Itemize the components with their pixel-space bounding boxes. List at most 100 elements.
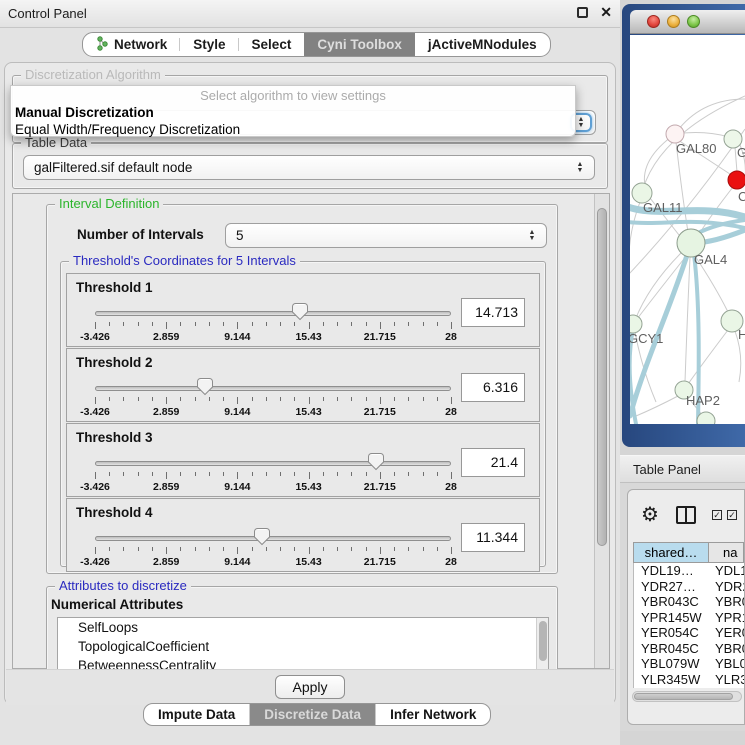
threshold-slider[interactable]: -3.4262.8599.14415.4321.71528	[95, 302, 451, 346]
slider-tick	[423, 472, 424, 476]
network-edge	[636, 396, 678, 416]
numerical-attributes-label: Numerical Attributes	[51, 597, 183, 612]
threshold-value-field[interactable]: 6.316	[461, 373, 525, 402]
interval-definition-group: Interval Definition Number of Intervals …	[46, 204, 558, 574]
attribute-list-item[interactable]: TopologicalCoefficient	[58, 637, 548, 656]
gear-icon[interactable]: ⚙	[641, 502, 659, 527]
close-traffic-light-icon[interactable]	[647, 15, 660, 28]
horizontal-scrollbar[interactable]	[632, 691, 742, 702]
table-row[interactable]: YBR043CYBR0	[634, 594, 744, 610]
slider-tick	[366, 472, 367, 476]
slider-tick-label: 21.715	[364, 331, 396, 343]
table-row[interactable]: YDR27…YDR2	[634, 579, 744, 595]
tab-network[interactable]: Network	[83, 33, 180, 56]
float-window-icon[interactable]	[577, 7, 588, 18]
slider-tick	[123, 397, 124, 401]
split-columns-icon[interactable]	[676, 506, 696, 524]
table-data-combobox[interactable]: galFiltered.sif default node ▲▼	[23, 155, 595, 180]
attribute-list-item[interactable]: SelfLoops	[58, 618, 548, 637]
table-row[interactable]: YIL052CYIL0	[634, 687, 744, 688]
checkbox-icon[interactable]: ✓	[712, 510, 722, 520]
slider-thumb[interactable]	[197, 378, 213, 396]
slider-tick	[95, 547, 96, 554]
checkbox-icon[interactable]: ✓	[727, 510, 737, 520]
tab-select[interactable]: Select	[239, 33, 305, 56]
threshold-label: Threshold 3	[76, 430, 153, 445]
slider-tick-label: 2.859	[153, 331, 179, 343]
table-row[interactable]: YLR345WYLR3	[634, 672, 744, 688]
dropdown-option-manual[interactable]: Manual Discretization	[15, 105, 154, 120]
slider-tick-label: 28	[445, 556, 457, 568]
table-toolbar: ⚙ ✓ ✓	[628, 496, 744, 538]
threshold-value-field[interactable]: 11.344	[461, 523, 525, 552]
network-edge	[637, 255, 687, 319]
cell-name: YDL1	[709, 563, 744, 579]
slider-tick-label: 15.43	[295, 556, 321, 568]
slider-tick	[323, 547, 324, 551]
combobox-stepper-icon[interactable]: ▲▼	[521, 226, 543, 245]
cell-shared-name: YBR043C	[634, 594, 709, 610]
tab-discretize-data[interactable]: Discretize Data	[250, 704, 376, 725]
slider-tick-label: -3.426	[80, 331, 110, 343]
tab-jactivemnodules[interactable]: jActiveMNodules	[415, 33, 550, 56]
threshold-slider[interactable]: -3.4262.8599.14415.4321.71528	[95, 452, 451, 496]
threshold-label: Threshold 2	[76, 355, 153, 370]
thresholds-container: Threshold 1-3.4262.8599.14415.4321.71528…	[66, 273, 540, 573]
zoom-traffic-light-icon[interactable]	[687, 15, 700, 28]
slider-thumb[interactable]	[292, 303, 308, 321]
network-window: GAL80GACGAL11GAL4GCY1HHAP2	[622, 4, 745, 447]
num-intervals-combobox[interactable]: 5 ▲▼	[225, 223, 547, 248]
threshold-value-field[interactable]: 14.713	[461, 298, 525, 327]
threshold-value-field[interactable]: 21.4	[461, 448, 525, 477]
minimize-traffic-light-icon[interactable]	[667, 15, 680, 28]
attributes-scrollbar[interactable]	[536, 618, 548, 674]
group-title: Interval Definition	[55, 196, 163, 211]
column-header-name[interactable]: na	[708, 542, 744, 563]
table-row[interactable]: YBL079WYBL0	[634, 656, 744, 672]
slider-tick	[180, 472, 181, 476]
dropdown-option-equal-width[interactable]: Equal Width/Frequency Discretization	[15, 122, 240, 137]
threshold-slider[interactable]: -3.4262.8599.14415.4321.71528	[95, 527, 451, 571]
slider-thumb[interactable]	[368, 453, 384, 471]
slider-tick	[294, 472, 295, 476]
slider-tick	[237, 397, 238, 404]
slider-track[interactable]	[95, 386, 451, 391]
scrollbar-thumb[interactable]	[539, 621, 547, 661]
slider-tick	[351, 547, 352, 551]
slider-tick	[294, 547, 295, 551]
slider-tick	[309, 547, 310, 554]
network-node[interactable]	[728, 171, 745, 189]
vertical-scrollbar[interactable]	[594, 194, 609, 668]
table-row[interactable]: YDL19…YDL1	[634, 563, 744, 579]
tab-cyni-toolbox[interactable]: Cyni Toolbox	[304, 33, 415, 56]
combobox-stepper-icon[interactable]: ▲▼	[569, 158, 591, 177]
table-row[interactable]: YER054CYER0	[634, 625, 744, 641]
slider-thumb[interactable]	[254, 528, 270, 546]
slider-tick	[337, 547, 338, 551]
dropdown-prompt: Select algorithm to view settings	[11, 88, 575, 103]
tab-impute-data[interactable]: Impute Data	[144, 704, 250, 725]
tab-infer-network[interactable]: Infer Network	[376, 704, 490, 725]
column-header-shared[interactable]: shared…	[633, 542, 708, 563]
threshold-box: Threshold 1-3.4262.8599.14415.4321.71528…	[66, 273, 540, 347]
slider-tick	[180, 547, 181, 551]
slider-tick	[351, 397, 352, 401]
network-canvas[interactable]: GAL80GACGAL11GAL4GCY1HHAP2	[630, 35, 745, 424]
cell-name: YLR3	[709, 672, 744, 688]
slider-track[interactable]	[95, 461, 451, 466]
slider-track[interactable]	[95, 311, 451, 316]
close-icon[interactable]: ✕	[600, 4, 612, 21]
slider-tick	[351, 472, 352, 476]
table-data-value: galFiltered.sif default node	[34, 160, 192, 175]
slider-track[interactable]	[95, 536, 451, 541]
scrollbar-thumb[interactable]	[597, 208, 607, 546]
tab-style[interactable]: Style	[180, 33, 238, 56]
table-row[interactable]: YBR045CYBR0	[634, 641, 744, 657]
numerical-attributes-list[interactable]: SelfLoopsTopologicalCoefficientBetweenne…	[57, 617, 549, 675]
slider-tick	[123, 547, 124, 551]
cell-name: YPR1	[709, 610, 744, 626]
scrollbar-thumb[interactable]	[634, 693, 733, 700]
apply-button[interactable]: Apply	[275, 675, 345, 699]
table-row[interactable]: YPR145WYPR1	[634, 610, 744, 626]
threshold-slider[interactable]: -3.4262.8599.14415.4321.71528	[95, 377, 451, 421]
